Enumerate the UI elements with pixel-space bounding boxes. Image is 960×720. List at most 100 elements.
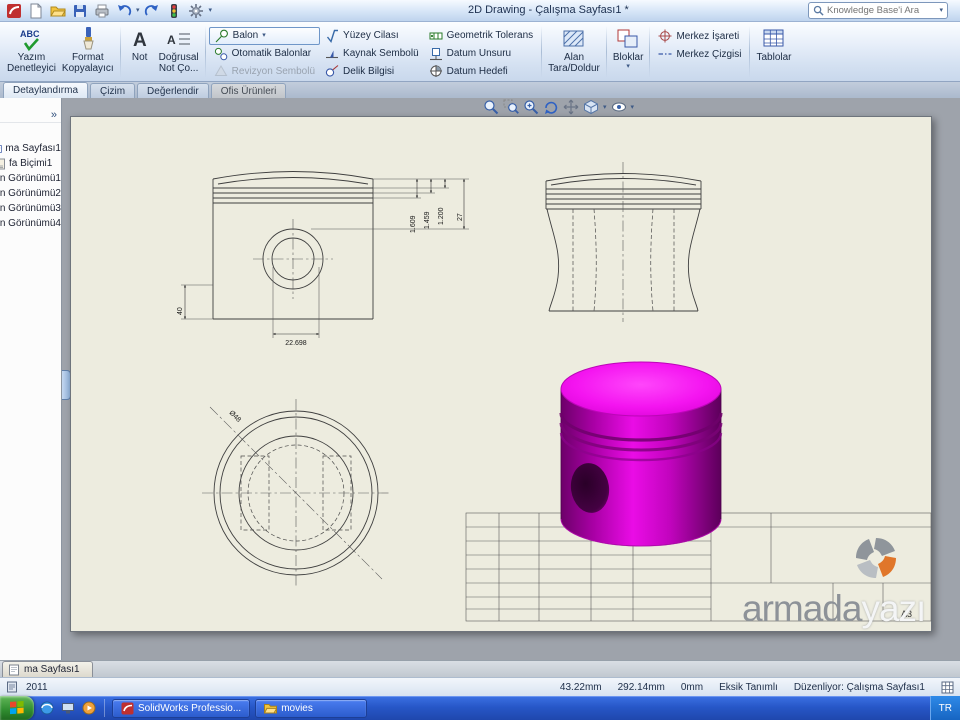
spell-checker-button[interactable]: ABC Yazım Denetleyici: [4, 24, 59, 80]
print-button[interactable]: [92, 2, 111, 20]
tree-item-sheet-format[interactable]: fa Biçimi1: [0, 156, 61, 171]
display-style-dropdown-icon[interactable]: ▾: [603, 104, 607, 111]
status-x-coordinate: 43.22mm: [559, 681, 602, 693]
tab-detaylandirma[interactable]: Detaylandırma: [3, 82, 89, 98]
format-painter-button[interactable]: Format Kopyalayıcı: [59, 24, 117, 80]
datum-feature-button[interactable]: Datum Unsuru: [424, 45, 539, 63]
sheet-format-icon: [0, 158, 5, 169]
status-y-coordinate: 292.14mm: [617, 681, 665, 693]
dim-width[interactable]: 22.698: [285, 340, 307, 347]
collapse-icon: »: [50, 109, 57, 121]
panel-collapse-button[interactable]: »: [0, 108, 61, 123]
surface-finish-button[interactable]: Yüzey Cilası: [320, 27, 424, 45]
dim-groove3[interactable]: 1.200: [438, 207, 445, 225]
sheet-tab[interactable]: ma Sayfası1: [2, 661, 93, 677]
balloon-button[interactable]: Balon ▾: [208, 27, 321, 45]
ribbon-separator: [541, 26, 543, 78]
dim-skirt[interactable]: 40: [177, 307, 184, 315]
datum-column: Geometrik Tolerans Datum Unsuru Datum He…: [424, 24, 539, 80]
note-icon: A: [127, 26, 153, 52]
spell-checker-icon: ABC: [18, 26, 44, 52]
piston-3d-model[interactable]: [559, 361, 723, 547]
tab-degerlendir[interactable]: Değerlendir: [137, 83, 209, 98]
graphics-area[interactable]: » ma Sayfası1 fa Biçimi1 n Görünümü1 n G…: [0, 98, 960, 660]
options-dropdown-icon[interactable]: ▾: [209, 7, 213, 14]
hide-show-items-icon[interactable]: [611, 99, 627, 115]
tables-icon: [761, 26, 787, 52]
tables-button[interactable]: Tablolar: [753, 24, 794, 80]
app-icon: [4, 2, 23, 20]
tab-ofis-urunleri[interactable]: Ofis Ürünleri: [210, 83, 287, 98]
weld-symbol-button[interactable]: Kaynak Sembolü: [320, 45, 424, 63]
button-label: Tablolar: [756, 52, 792, 63]
folder-icon: [264, 703, 278, 713]
view-settings-dropdown-icon[interactable]: ▾: [631, 104, 635, 111]
drawing-view-front[interactable]: 1.609 1.459 1.200 27 22.698 40: [177, 171, 469, 348]
dim-height[interactable]: 27: [457, 213, 464, 221]
button-label: Not: [131, 52, 148, 63]
tree-item-label: n Görünümü3: [0, 203, 61, 214]
search-input[interactable]: [827, 5, 937, 16]
surface-finish-icon: [326, 29, 339, 43]
hole-callout-icon: [325, 65, 339, 77]
rebuild-button[interactable]: [165, 2, 184, 20]
zoom-area-icon[interactable]: [503, 99, 519, 115]
centerline-button[interactable]: Merkez Çizgisi: [653, 45, 746, 63]
task-button-solidworks[interactable]: SolidWorks Professio...: [112, 698, 251, 718]
revision-symbol-button[interactable]: Revizyon Sembolü: [209, 62, 320, 80]
tree-item-label: n Görünümü2: [0, 188, 61, 199]
dim-diameter[interactable]: Ø48: [228, 409, 242, 423]
button-label: Merkez Çizgisi: [676, 48, 742, 60]
start-button[interactable]: [0, 696, 34, 720]
blocks-dropdown-icon[interactable]: ▾: [626, 63, 630, 70]
redo-button[interactable]: [143, 2, 162, 20]
language-indicator[interactable]: TR: [939, 703, 952, 714]
tree-item-drawing-view2[interactable]: n Görünümü2: [0, 186, 61, 201]
svg-text:A: A: [167, 33, 176, 47]
note-button[interactable]: A Not: [124, 24, 156, 80]
zoom-in-out-icon[interactable]: [523, 99, 539, 115]
datum-feature-icon: [429, 47, 442, 60]
drawing-view-side[interactable]: [545, 162, 702, 322]
center-mark-button[interactable]: Merkez İşareti: [653, 27, 746, 45]
open-button[interactable]: [48, 2, 67, 20]
area-hatch-button[interactable]: Alan Tara/Doldur: [545, 24, 603, 80]
hole-callout-button[interactable]: Delik Bilgisi: [320, 62, 424, 80]
status-grid-icon[interactable]: [941, 681, 954, 694]
geometric-tolerance-button[interactable]: Geometrik Tolerans: [424, 27, 539, 45]
weld-symbol-icon: [326, 50, 339, 58]
center-mark-icon: [658, 29, 672, 43]
undo-dropdown-icon[interactable]: ▾: [136, 7, 140, 14]
tree-item-drawing-view3[interactable]: n Görünümü3: [0, 201, 61, 216]
save-button[interactable]: [70, 2, 89, 20]
options-button[interactable]: [187, 2, 206, 20]
auto-balloon-button[interactable]: Otomatik Balonlar: [209, 45, 320, 63]
status-z-coordinate: 0mm: [680, 681, 704, 693]
dim-groove1[interactable]: 1.609: [410, 215, 417, 233]
balloon-dropdown-icon[interactable]: ▾: [262, 32, 266, 39]
tab-cizim[interactable]: Çizim: [90, 83, 136, 98]
quick-launch-desktop-icon[interactable]: [60, 700, 76, 716]
pan-icon[interactable]: [563, 99, 579, 115]
task-button-movies[interactable]: movies: [255, 698, 368, 718]
tree-item-drawing-view1[interactable]: n Görünümü1: [0, 171, 61, 186]
tree-item-drawing-view4[interactable]: n Görünümü4: [0, 216, 61, 231]
format-painter-icon: [75, 26, 101, 52]
drawing-view-bottom[interactable]: Ø48: [202, 399, 390, 587]
knowledge-base-search[interactable]: ▾: [808, 2, 948, 19]
status-left-text: 2011: [26, 681, 48, 693]
svg-text:A: A: [133, 30, 147, 51]
blocks-button[interactable]: Bloklar ▾: [610, 24, 647, 80]
linear-note-pattern-button[interactable]: A Doğrusal Not Ço...: [156, 24, 202, 80]
display-style-icon[interactable]: [583, 99, 599, 115]
undo-button[interactable]: [114, 2, 133, 20]
new-document-button[interactable]: [26, 2, 45, 20]
zoom-fit-icon[interactable]: [483, 99, 499, 115]
rotate-view-icon[interactable]: [543, 99, 559, 115]
tree-item-drawing-root[interactable]: ma Sayfası1: [0, 141, 61, 156]
datum-target-button[interactable]: Datum Hedefi: [424, 62, 539, 80]
dim-groove2[interactable]: 1.459: [424, 211, 431, 229]
quick-launch-media-icon[interactable]: [81, 700, 97, 716]
quick-launch-browser-icon[interactable]: [39, 700, 55, 716]
search-dropdown-icon[interactable]: ▾: [939, 7, 943, 14]
